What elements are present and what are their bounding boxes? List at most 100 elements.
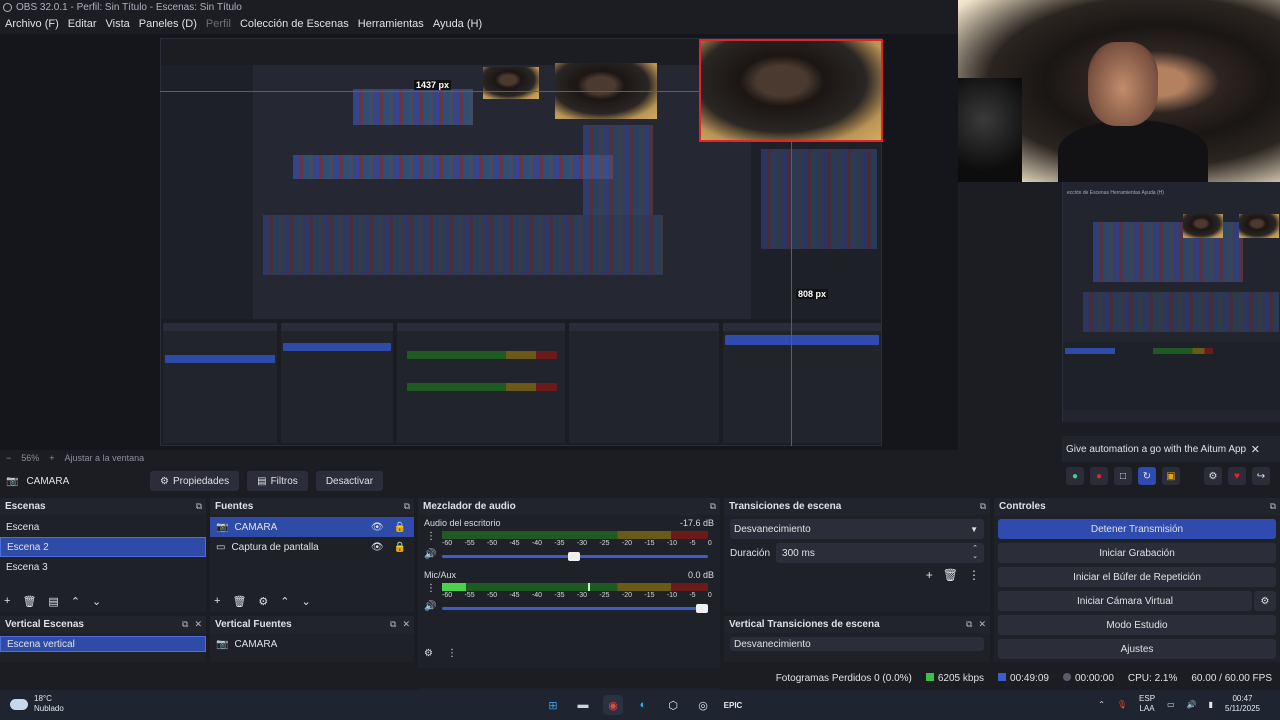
obs-icon[interactable]: ◎	[693, 695, 713, 715]
undock-icon[interactable]: ⧉	[196, 501, 202, 512]
volume-slider[interactable]	[442, 552, 708, 561]
undock-icon[interactable]: ⧉	[390, 619, 396, 630]
zoom-fit-link[interactable]: Ajustar a la ventana	[65, 453, 145, 463]
volume-icon[interactable]: 🔊	[1187, 700, 1197, 709]
add-icon[interactable]: +	[214, 595, 220, 608]
scene-item[interactable]: Escena	[0, 517, 206, 537]
trash-icon[interactable]: 🗑	[22, 595, 36, 608]
source-item[interactable]: ▭ Captura de pantalla 👁 🔒	[210, 537, 414, 557]
start-virtual-camera-button[interactable]: Iniciar Cámara Virtual	[998, 591, 1252, 611]
eye-icon[interactable]: 👁	[371, 522, 384, 533]
meter-tick-label: -55	[464, 540, 475, 547]
add-icon[interactable]: +	[4, 595, 10, 608]
edge-icon[interactable]: ◐	[633, 695, 653, 715]
deactivate-button[interactable]: Desactivar	[315, 471, 384, 491]
close-icon[interactable]: ✕	[402, 619, 410, 630]
menu-editar[interactable]: Editar	[68, 18, 97, 30]
volume-knob[interactable]	[696, 604, 708, 613]
meter-level	[442, 583, 466, 591]
settings-button[interactable]: Ajustes	[998, 639, 1276, 659]
menu-perfil[interactable]: Perfil	[206, 18, 231, 30]
properties-label: Propiedades	[172, 475, 230, 487]
duration-field[interactable]: 300 ms	[776, 543, 984, 563]
close-icon[interactable]: ✕	[194, 619, 202, 630]
start-replay-buffer-button[interactable]: Iniciar el Búfer de Repetición	[998, 567, 1276, 587]
stop-stream-button[interactable]: Detener Transmisión	[998, 519, 1276, 539]
menu-coleccion-escenas[interactable]: Colección de Escenas	[240, 18, 349, 30]
start-recording-button[interactable]: Iniciar Grabación	[998, 543, 1276, 563]
menu-paneles[interactable]: Paneles (D)	[139, 18, 197, 30]
microphone-icon[interactable]: 🎙	[1117, 700, 1127, 709]
undock-icon[interactable]: ⧉	[404, 501, 410, 512]
meter-tick-label: -55	[464, 592, 475, 599]
filters-button[interactable]: ▤ Filtros	[247, 471, 308, 491]
chevron-down-icon[interactable]: ⌄	[302, 595, 311, 608]
lock-icon[interactable]: 🔒	[394, 542, 406, 553]
selected-source-bounding-box[interactable]	[699, 39, 883, 142]
scene-item-selected[interactable]: Escena 2	[0, 537, 206, 557]
undock-icon[interactable]: ⧉	[182, 619, 188, 630]
status-bar: Fotogramas Perdidos 0 (0.0%) 6205 kbps 0…	[0, 668, 1280, 688]
eye-icon[interactable]: 👁	[371, 542, 384, 553]
undock-icon[interactable]: ⧉	[1270, 501, 1276, 512]
windows-start-icon[interactable]: ⊞	[543, 695, 563, 715]
volume-slider[interactable]	[442, 604, 708, 613]
weather-widget[interactable]: 18°C Nublado	[10, 694, 64, 714]
chevron-down-icon[interactable]: ⌄	[92, 595, 101, 608]
undock-icon[interactable]: ⧉	[980, 501, 986, 512]
studio-mode-button[interactable]: Modo Estudio	[998, 615, 1276, 635]
undock-icon[interactable]: ⧉	[966, 619, 972, 630]
menu-archivo[interactable]: Archivo (F)	[5, 18, 59, 30]
chrome-icon[interactable]: ◉	[603, 695, 623, 715]
file-explorer-icon[interactable]: ▬	[573, 695, 593, 715]
aitum-close-icon[interactable]: ✕	[1251, 443, 1260, 456]
zoom-out-icon[interactable]: −	[6, 453, 11, 463]
filter-icon[interactable]: ▤	[48, 595, 58, 608]
clock[interactable]: 00:47 5/11/2025	[1225, 694, 1260, 714]
recursive-artifact	[1083, 292, 1279, 332]
properties-button[interactable]: ⚙ Propiedades	[150, 471, 240, 491]
trash-icon[interactable]: 🗑	[943, 568, 958, 582]
duration-spinner[interactable]: ⌃ ⌄	[972, 545, 978, 561]
epic-games-icon[interactable]: EPIC	[723, 695, 743, 715]
virtual-camera-settings-icon[interactable]: ⚙	[1254, 591, 1276, 611]
vertical-transition-select[interactable]: Desvanecimiento	[730, 637, 984, 651]
channel-menu-icon[interactable]: ⋮	[426, 583, 436, 594]
chevron-up-icon[interactable]: ⌃	[1098, 700, 1105, 709]
mixer-menu-icon[interactable]: ⋮	[447, 648, 457, 659]
clock-time: 00:47	[1232, 694, 1253, 703]
mirror-meter	[407, 383, 557, 391]
mixer-settings-icon[interactable]: ⚙	[424, 648, 433, 659]
vertical-source-item[interactable]: 📷 CAMARA	[210, 636, 414, 652]
transition-select[interactable]: Desvanecimiento ▼	[730, 519, 984, 539]
gear-icon[interactable]: ⚙	[258, 595, 268, 608]
scene-item[interactable]: Escena 3	[0, 557, 206, 577]
menu-dots-icon[interactable]: ⋮	[968, 568, 980, 582]
volume-knob[interactable]	[568, 552, 581, 561]
app-icon[interactable]: ⬡	[663, 695, 683, 715]
caret-down-icon: ▼	[970, 524, 978, 534]
lock-icon[interactable]: 🔒	[394, 522, 406, 533]
window-titlebar: OBS 32.0.1 - Perfil: Sin Título - Escena…	[0, 0, 958, 14]
channel-menu-icon[interactable]: ⋮	[426, 531, 436, 542]
chevron-up-icon[interactable]: ⌃	[71, 595, 80, 608]
vertical-scene-item[interactable]: Escena vertical	[0, 636, 206, 652]
zoom-in-icon[interactable]: +	[49, 453, 54, 463]
speaker-icon[interactable]: 🔊	[424, 601, 436, 612]
menu-herramientas[interactable]: Herramientas	[358, 18, 424, 30]
network-icon[interactable]: ▭	[1167, 700, 1175, 709]
undock-icon[interactable]: ⧉	[710, 501, 716, 512]
close-icon[interactable]: ✕	[978, 619, 986, 630]
add-icon[interactable]: +	[926, 568, 933, 582]
source-item-selected[interactable]: 📷 CAMARA 👁 🔒	[210, 517, 414, 537]
menu-vista[interactable]: Vista	[106, 18, 130, 30]
language-indicator[interactable]: ESP LAA	[1139, 694, 1155, 714]
measure-line-horizontal	[160, 91, 700, 92]
battery-icon[interactable]: ▮	[1209, 700, 1213, 709]
menu-ayuda[interactable]: Ayuda (H)	[433, 18, 482, 30]
speaker-icon[interactable]: 🔊	[424, 549, 436, 560]
chevron-up-icon[interactable]: ⌃	[280, 595, 289, 608]
trash-icon[interactable]: 🗑	[232, 595, 246, 608]
sources-dock: Fuentes ⧉ 📷 CAMARA 👁 🔒 ▭ Captura de panta…	[210, 498, 414, 612]
aitum-banner: Give automation a go with the Aitum App …	[1062, 436, 1280, 462]
